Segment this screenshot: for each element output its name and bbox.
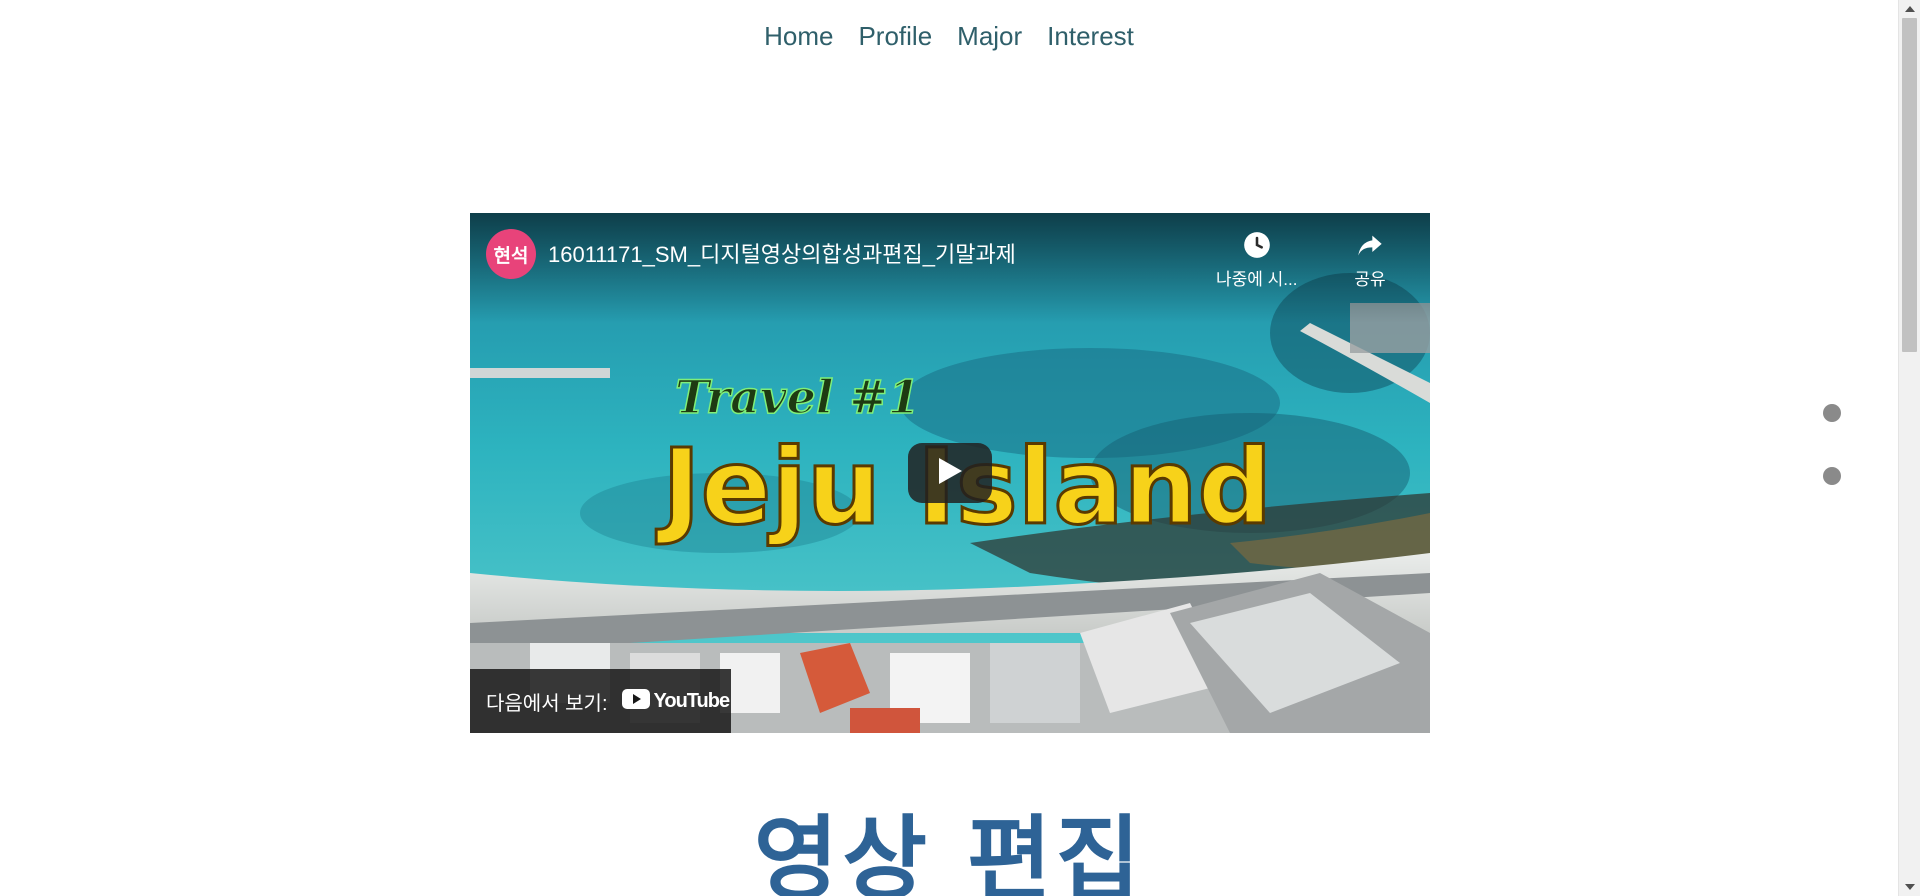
nav-major-link[interactable]: Major xyxy=(957,16,1022,56)
page-scrollbar[interactable] xyxy=(1898,0,1920,896)
play-icon xyxy=(937,457,963,489)
top-nav: Home Profile Major Interest xyxy=(0,16,1898,56)
watch-on-label: 다음에서 보기: xyxy=(486,692,608,715)
scroll-down-arrow-icon[interactable] xyxy=(1905,884,1915,890)
section-dot-1[interactable] xyxy=(1823,404,1841,422)
channel-avatar[interactable]: 현석 xyxy=(486,229,536,279)
watch-later-button[interactable]: 나중에 시... xyxy=(1216,229,1297,290)
share-label: 공유 xyxy=(1354,270,1386,289)
youtube-wordmark: YouTube xyxy=(653,689,731,712)
scrollbar-thumb[interactable] xyxy=(1902,18,1917,352)
video-title[interactable]: 16011171_SM_디지털영상의합성과편집_기말과제 xyxy=(548,237,1016,269)
clock-icon xyxy=(1241,229,1273,261)
youtube-logo: YouTube xyxy=(621,689,731,713)
share-button[interactable]: 공유 xyxy=(1354,229,1386,290)
youtube-video-embed[interactable]: Travel #1 Jeju Island 현석 16011171_SM_디지털… xyxy=(470,213,1430,733)
scroll-up-arrow-icon[interactable] xyxy=(1905,6,1915,12)
watch-later-label: 나중에 시... xyxy=(1216,270,1298,289)
youtube-logo-icon xyxy=(621,689,650,713)
section-dot-2[interactable] xyxy=(1823,467,1841,485)
nav-interest-link[interactable]: Interest xyxy=(1047,16,1134,56)
section-heading: 영상 편집 xyxy=(753,806,1145,896)
watch-on-youtube-button[interactable]: 다음에서 보기: YouTube xyxy=(470,669,731,733)
play-button[interactable] xyxy=(908,443,992,503)
nav-profile-link[interactable]: Profile xyxy=(858,16,932,56)
share-arrow-icon xyxy=(1354,229,1386,261)
nav-home-link[interactable]: Home xyxy=(764,16,833,56)
video-overlay-line1: Travel #1 xyxy=(675,370,920,424)
